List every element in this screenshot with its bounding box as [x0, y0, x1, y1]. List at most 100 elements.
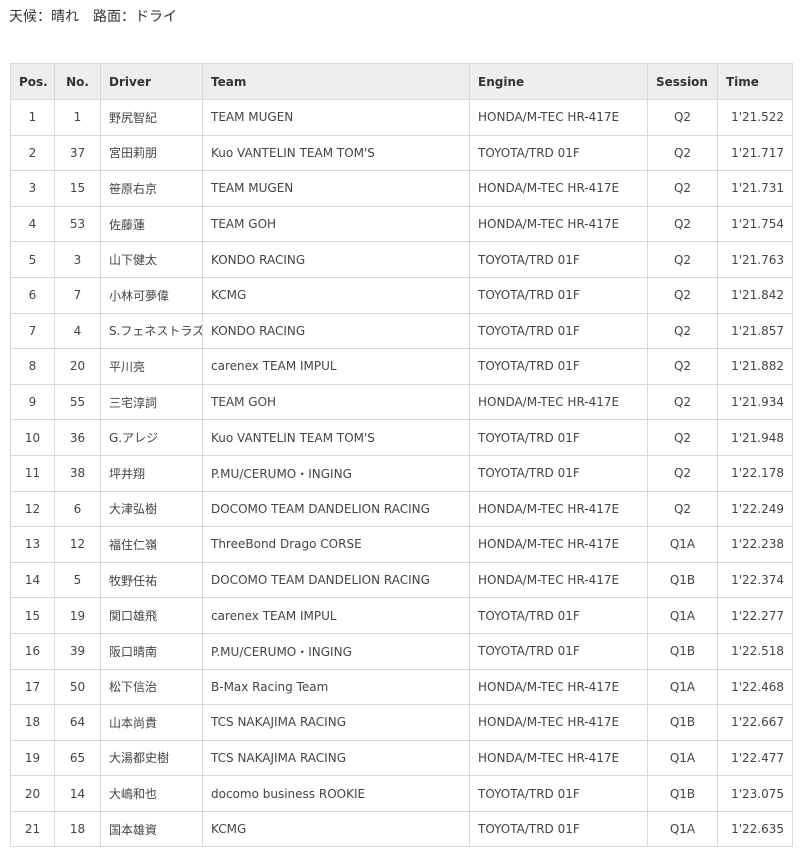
- cell-engine: HONDA/M-TEC HR-417E: [469, 561, 648, 599]
- cell-car-number: 15: [54, 170, 101, 207]
- header-driver: Driver: [100, 63, 203, 100]
- cell-pos: 1: [10, 99, 55, 136]
- cell-session: Q2: [647, 134, 718, 172]
- cell-session: Q2: [647, 99, 718, 136]
- cell-time: 1'22.468: [717, 668, 793, 706]
- cell-team: DOCOMO TEAM DANDELION RACING: [202, 490, 470, 528]
- cell-time: 1'21.948: [717, 419, 793, 456]
- table-body: 1 1 野尻智紀 TEAM MUGEN HONDA/M-TEC HR-417E Q2 1'2…: [10, 99, 793, 848]
- cell-engine: TOYOTA/TRD 01F: [469, 775, 648, 812]
- cell-pos: 5: [10, 241, 55, 278]
- cell-pos: 17: [10, 668, 55, 706]
- table-row: 19 65 大湯都史樹 TCS NAKAJIMA RACING HONDA/M-TEC …: [10, 739, 793, 777]
- cell-car-number: 50: [54, 668, 101, 706]
- header-pos: Pos.: [10, 63, 55, 100]
- cell-car-number: 7: [54, 276, 101, 314]
- cell-team: P.MU/CERUMO・INGING: [202, 632, 470, 670]
- cell-driver: 阪口晴南: [100, 632, 203, 670]
- table-row: 6 7 小林可夢偉 KCMG TOYOTA/TRD 01F Q2 1'21.842: [10, 276, 793, 314]
- cell-session: Q2: [647, 383, 718, 421]
- cell-pos: 15: [10, 597, 55, 634]
- cell-pos: 20: [10, 775, 55, 812]
- qualifying-results-table: Pos. No. Driver Team Engine Session Time…: [10, 63, 793, 848]
- table-row: 9 55 三宅淳詞 TEAM GOH HONDA/M-TEC HR-417E Q2 1'21…: [10, 383, 793, 421]
- table-row: 16 39 阪口晴南 P.MU/CERUMO・INGING TOYOTA/TRD 01F…: [10, 632, 793, 670]
- cell-pos: 14: [10, 561, 55, 599]
- cell-time: 1'22.249: [717, 490, 793, 528]
- cell-engine: TOYOTA/TRD 01F: [469, 810, 648, 848]
- cell-team: Kuo VANTELIN TEAM TOM'S: [202, 134, 470, 172]
- cell-time: 1'22.178: [717, 454, 793, 492]
- cell-session: Q2: [647, 170, 718, 207]
- cell-session: Q1A: [647, 526, 718, 563]
- cell-driver: 山下健太: [100, 241, 203, 278]
- cell-time: 1'22.667: [717, 704, 793, 741]
- cell-time: 1'22.374: [717, 561, 793, 599]
- cell-engine: TOYOTA/TRD 01F: [469, 348, 648, 385]
- header-session: Session: [647, 63, 718, 100]
- cell-team: Kuo VANTELIN TEAM TOM'S: [202, 419, 470, 456]
- cell-team: P.MU/CERUMO・INGING: [202, 454, 470, 492]
- cell-driver: 宮田莉朋: [100, 134, 203, 172]
- cell-team: TEAM GOH: [202, 205, 470, 243]
- cell-team: TCS NAKAJIMA RACING: [202, 739, 470, 777]
- cell-time: 1'22.238: [717, 526, 793, 563]
- cell-car-number: 55: [54, 383, 101, 421]
- cell-session: Q1A: [647, 810, 718, 848]
- cell-time: 1'21.522: [717, 99, 793, 136]
- cell-car-number: 37: [54, 134, 101, 172]
- cell-driver: 大嶋和也: [100, 775, 203, 812]
- cell-pos: 9: [10, 383, 55, 421]
- cell-car-number: 39: [54, 632, 101, 670]
- table-row: 2 37 宮田莉朋 Kuo VANTELIN TEAM TOM'S TOYOTA/TRD…: [10, 134, 793, 172]
- cell-car-number: 64: [54, 704, 101, 741]
- cell-time: 1'21.731: [717, 170, 793, 207]
- cell-engine: TOYOTA/TRD 01F: [469, 276, 648, 314]
- cell-pos: 12: [10, 490, 55, 528]
- cell-session: Q2: [647, 490, 718, 528]
- cell-session: Q1A: [647, 597, 718, 634]
- cell-driver: S.フェネストラズ: [100, 312, 203, 350]
- cell-session: Q1B: [647, 561, 718, 599]
- table-row: 13 12 福住仁嶺 ThreeBond Drago CORSE HONDA/M-TEC…: [10, 526, 793, 563]
- header-time: Time: [717, 63, 793, 100]
- cell-time: 1'21.882: [717, 348, 793, 385]
- header-row: Pos. No. Driver Team Engine Session Time: [10, 63, 793, 100]
- cell-time: 1'21.717: [717, 134, 793, 172]
- cell-session: Q2: [647, 312, 718, 350]
- cell-session: Q1A: [647, 739, 718, 777]
- cell-pos: 3: [10, 170, 55, 207]
- cell-session: Q2: [647, 205, 718, 243]
- cell-engine: HONDA/M-TEC HR-417E: [469, 739, 648, 777]
- cell-time: 1'23.075: [717, 775, 793, 812]
- cell-team: TCS NAKAJIMA RACING: [202, 704, 470, 741]
- cell-team: KONDO RACING: [202, 241, 470, 278]
- cell-engine: HONDA/M-TEC HR-417E: [469, 490, 648, 528]
- cell-pos: 6: [10, 276, 55, 314]
- cell-time: 1'21.763: [717, 241, 793, 278]
- table-row: 4 53 佐藤蓮 TEAM GOH HONDA/M-TEC HR-417E Q2 1'21.…: [10, 205, 793, 243]
- cell-time: 1'22.635: [717, 810, 793, 848]
- cell-pos: 7: [10, 312, 55, 350]
- header-no: No.: [54, 63, 101, 100]
- cell-pos: 4: [10, 205, 55, 243]
- cell-time: 1'22.277: [717, 597, 793, 634]
- cell-driver: 国本雄資: [100, 810, 203, 848]
- cell-engine: TOYOTA/TRD 01F: [469, 134, 648, 172]
- cell-driver: 野尻智紀: [100, 99, 203, 136]
- cell-pos: 2: [10, 134, 55, 172]
- cell-session: Q1B: [647, 775, 718, 812]
- table-row: 10 36 G.アレジ Kuo VANTELIN TEAM TOM'S TOYOTA/T…: [10, 419, 793, 456]
- cell-team: KCMG: [202, 276, 470, 314]
- table-row: 14 5 牧野任祐 DOCOMO TEAM DANDELION RACING HONDA…: [10, 561, 793, 599]
- table-row: 8 20 平川亮 carenex TEAM IMPUL TOYOTA/TRD 01F Q2…: [10, 348, 793, 385]
- table-row: 18 64 山本尚貴 TCS NAKAJIMA RACING HONDA/M-TEC H…: [10, 704, 793, 741]
- cell-car-number: 4: [54, 312, 101, 350]
- cell-engine: TOYOTA/TRD 01F: [469, 632, 648, 670]
- cell-session: Q2: [647, 276, 718, 314]
- cell-team: carenex TEAM IMPUL: [202, 348, 470, 385]
- cell-driver: 笹原右京: [100, 170, 203, 207]
- table-row: 1 1 野尻智紀 TEAM MUGEN HONDA/M-TEC HR-417E Q2 1'2…: [10, 99, 793, 136]
- cell-team: carenex TEAM IMPUL: [202, 597, 470, 634]
- cell-driver: 福住仁嶺: [100, 526, 203, 563]
